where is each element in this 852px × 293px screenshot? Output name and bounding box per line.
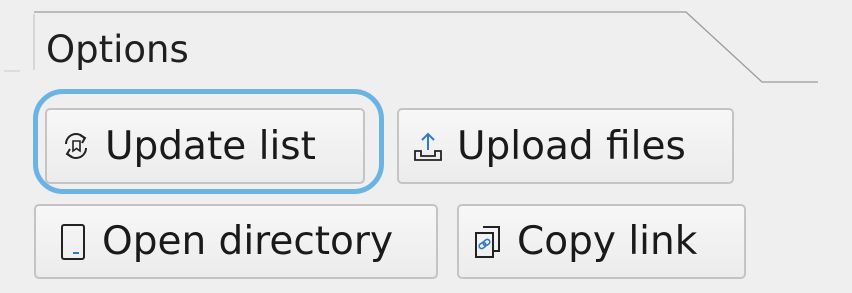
open-directory-label: Open directory xyxy=(102,219,394,264)
upload-files-button[interactable]: Upload files xyxy=(397,108,734,184)
options-title: Options xyxy=(46,28,189,71)
copy-link-icon xyxy=(471,222,505,262)
open-directory-button[interactable]: Open directory xyxy=(34,204,438,279)
update-list-label: Update list xyxy=(105,123,316,169)
tablet-icon xyxy=(56,222,90,262)
copy-link-label: Copy link xyxy=(517,219,698,264)
refresh-icon xyxy=(59,126,93,166)
upload-files-label: Upload files xyxy=(457,123,686,169)
upload-icon xyxy=(411,126,445,166)
copy-link-button[interactable]: Copy link xyxy=(457,204,746,279)
update-list-button[interactable]: Update list xyxy=(45,108,365,184)
